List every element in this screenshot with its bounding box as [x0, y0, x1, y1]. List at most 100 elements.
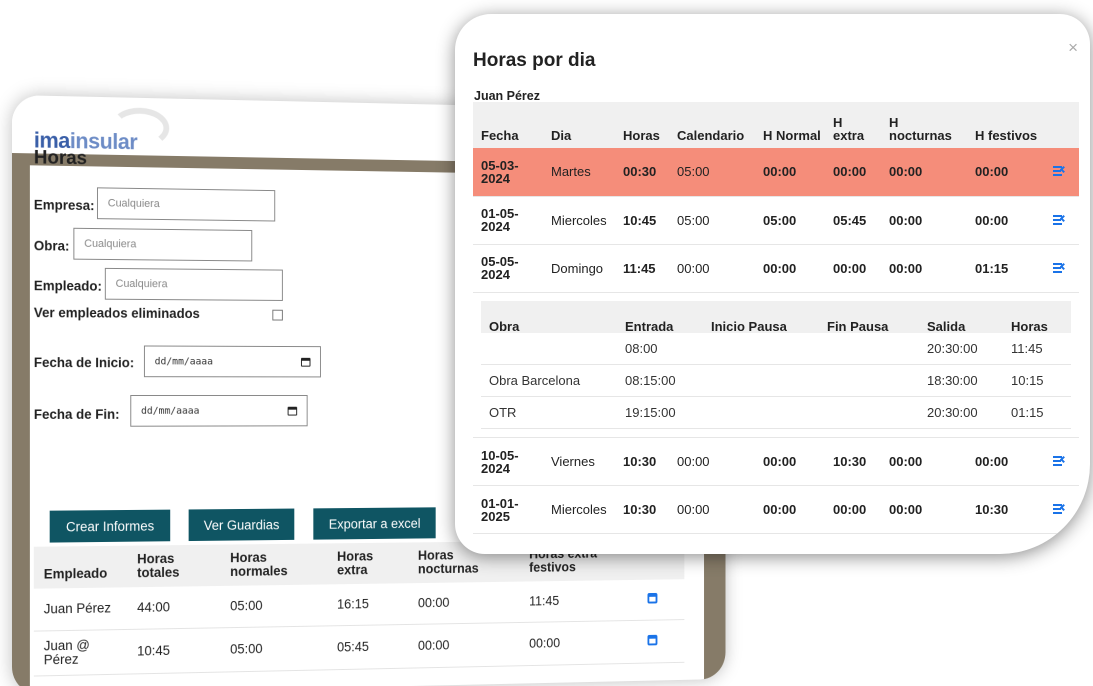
- cell: 05:45: [825, 196, 881, 245]
- calendar-icon[interactable]: [300, 357, 311, 367]
- fecha-fin-input[interactable]: dd/mm/aaaa: [130, 395, 308, 427]
- cell: 01:15: [967, 244, 1045, 293]
- summary-table: Empleado Horas totales Horas normales Ho…: [33, 539, 685, 676]
- daily-header-row: Fecha Dia Horas Calendario H Normal H ex…: [473, 102, 1079, 148]
- cell: 11:45: [1003, 332, 1071, 365]
- ver-guardias-button[interactable]: Ver Guardias: [188, 508, 295, 542]
- cell: 00:00: [881, 485, 967, 534]
- col-actions: [1045, 102, 1079, 148]
- close-icon[interactable]: ×: [1068, 38, 1078, 58]
- col-empleado: Empleado: [33, 545, 128, 589]
- col-inicio-pausa: Inicio Pausa: [703, 300, 819, 333]
- exportar-excel-button[interactable]: Exportar a excel: [313, 507, 436, 540]
- table-row[interactable]: 05-05-2024 Domingo 11:45 00:00 00:00 00:…: [473, 244, 1079, 293]
- cell: 10:30: [967, 485, 1045, 534]
- cell: 00:00: [881, 148, 967, 197]
- cell: 00:00: [755, 244, 825, 293]
- detail-table: Obra Entrada Inicio Pausa Fin Pausa Sali…: [481, 300, 1071, 429]
- col-h-extra: H extra: [825, 102, 881, 148]
- crear-informes-button[interactable]: Crear Informes: [49, 509, 171, 543]
- cell: 05:00: [669, 148, 755, 197]
- fecha-inicio-input[interactable]: dd/mm/aaaa: [143, 345, 321, 378]
- cell: 44:00: [127, 585, 221, 629]
- col-horas-normales: Horas normales: [220, 543, 328, 586]
- cell: Juan @ Pérez: [33, 628, 128, 676]
- col-horas: Horas: [1003, 300, 1071, 333]
- fecha-fin-value: dd/mm/aaaa: [141, 405, 200, 417]
- cell: 10:45: [615, 196, 669, 245]
- cell: 00:00: [881, 437, 967, 486]
- cell: [481, 332, 617, 365]
- table-row[interactable]: 05-03-2024 Martes 00:30 05:00 00:00 00:0…: [473, 148, 1079, 197]
- expand-list-icon[interactable]: [1053, 455, 1068, 466]
- archive-icon[interactable]: [647, 592, 658, 604]
- list-item: 08:00 20:30:00 11:45: [481, 332, 1071, 365]
- cell: 00:00: [825, 485, 881, 534]
- col-fecha: Fecha: [473, 102, 543, 148]
- cell: [819, 332, 919, 365]
- cell: 19:15:00: [617, 396, 703, 429]
- cell: 11:45: [615, 244, 669, 293]
- cell: [703, 364, 819, 397]
- cell: Domingo: [543, 244, 615, 293]
- cell: Juan Pérez: [33, 587, 128, 631]
- daily-hours-table: Fecha Dia Horas Calendario H Normal H ex…: [473, 102, 1079, 534]
- empresa-label: Empresa:: [33, 197, 95, 214]
- cell: 00:00: [881, 244, 967, 293]
- cell: OTR: [481, 396, 617, 429]
- cell: 00:00: [755, 148, 825, 197]
- cell: Miercoles: [543, 196, 615, 245]
- expand-list-icon[interactable]: [1053, 503, 1068, 514]
- cell: 00:00: [967, 437, 1045, 486]
- table-row[interactable]: 01-05-2024 Miercoles 10:45 05:00 05:00 0…: [473, 196, 1079, 245]
- cell: 10:30: [615, 485, 669, 534]
- cell: 00:00: [408, 581, 520, 624]
- cell: [638, 619, 685, 663]
- fecha-fin-label: Fecha de Fin:: [33, 406, 120, 422]
- page-title: Horas: [33, 147, 88, 170]
- expand-list-icon[interactable]: [1053, 166, 1068, 177]
- detail-row: Obra Entrada Inicio Pausa Fin Pausa Sali…: [473, 292, 1079, 438]
- cell: 05:00: [220, 625, 328, 672]
- cell: Viernes: [543, 437, 615, 486]
- cell: 00:30: [615, 148, 669, 197]
- cell: 00:00: [967, 148, 1045, 197]
- empleado-label: Empleado:: [33, 278, 102, 294]
- cell: 10-05-2024: [473, 437, 543, 486]
- obra-label: Obra:: [33, 238, 70, 254]
- cell: 05:45: [327, 623, 409, 670]
- calendar-icon[interactable]: [287, 406, 298, 416]
- empleado-input[interactable]: Cualquiera: [104, 267, 283, 301]
- ver-eliminados-checkbox[interactable]: [272, 309, 283, 321]
- cell: 10:30: [615, 437, 669, 486]
- archive-icon[interactable]: [647, 634, 658, 645]
- col-fin-pausa: Fin Pausa: [819, 300, 919, 333]
- cell: 08:15:00: [617, 364, 703, 397]
- cell: 01:15: [1003, 396, 1071, 429]
- detail-header-row: Obra Entrada Inicio Pausa Fin Pausa Sali…: [481, 300, 1071, 333]
- expand-list-icon[interactable]: [1053, 214, 1068, 225]
- cell: 05:00: [669, 196, 755, 245]
- expand-list-icon[interactable]: [1053, 262, 1068, 273]
- cell: 00:00: [408, 622, 520, 668]
- cell: 00:00: [825, 244, 881, 293]
- cell: Miercoles: [543, 485, 615, 534]
- cell: 00:00: [755, 437, 825, 486]
- table-row[interactable]: 10-05-2024 Viernes 10:30 00:00 00:00 10:…: [473, 437, 1079, 486]
- cell: 00:00: [825, 148, 881, 197]
- empresa-input[interactable]: Cualquiera: [96, 187, 276, 222]
- cell: 10:45: [127, 627, 221, 674]
- col-calendario: Calendario: [669, 102, 755, 148]
- cell: [1045, 437, 1079, 486]
- cell: [819, 396, 919, 429]
- table-row[interactable]: 01-01-2025 Miercoles 10:30 00:00 00:00 0…: [473, 485, 1079, 534]
- cell: [1045, 244, 1079, 293]
- obra-input[interactable]: Cualquiera: [73, 227, 253, 262]
- cell: 01-01-2025: [473, 485, 543, 534]
- cell: 10:15: [1003, 364, 1071, 397]
- cell: 10:30: [825, 437, 881, 486]
- col-horas-extra: Horas extra: [327, 542, 409, 585]
- cell: 05:00: [220, 584, 328, 628]
- cell: 00:00: [755, 485, 825, 534]
- cell: 16:15: [327, 583, 409, 626]
